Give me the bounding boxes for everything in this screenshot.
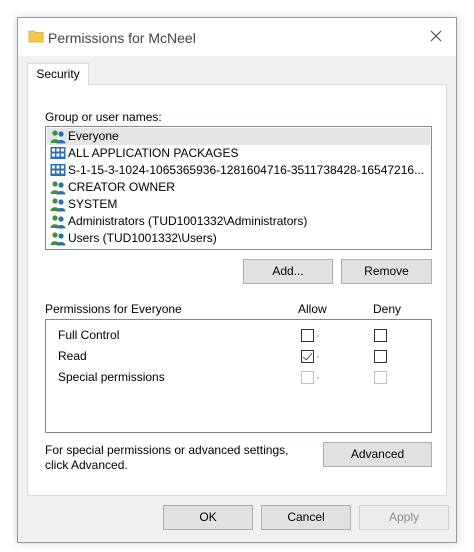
user-list-item[interactable]: ALL APPLICATION PACKAGES bbox=[47, 145, 430, 162]
group-label: Group or user names: bbox=[45, 110, 162, 124]
checkbox-tick-mark bbox=[317, 356, 319, 358]
title-bar[interactable]: Permissions for McNeel bbox=[18, 18, 456, 56]
users-icon bbox=[50, 197, 66, 212]
user-name: CREATOR OWNER bbox=[68, 180, 175, 194]
cancel-button[interactable]: Cancel bbox=[261, 505, 351, 530]
allow-checkbox[interactable] bbox=[301, 371, 314, 384]
users-icon bbox=[50, 231, 66, 246]
user-listbox[interactable]: Everyone ALL APPLICATION PACKAGES S-1-15-3… bbox=[45, 126, 432, 250]
permission-row: Special permissions bbox=[46, 367, 431, 387]
deny-checkbox[interactable] bbox=[374, 371, 387, 384]
users-icon bbox=[50, 180, 66, 195]
user-list-item[interactable]: Administrators (TUD1001332\Administrator… bbox=[47, 213, 430, 230]
permission-name: Special permissions bbox=[58, 370, 165, 384]
deny-checkbox[interactable] bbox=[374, 350, 387, 363]
ok-button[interactable]: OK bbox=[163, 505, 253, 530]
user-name: Users (TUD1001332\Users) bbox=[68, 231, 217, 245]
deny-header: Deny bbox=[373, 302, 402, 316]
permissions-header: Permissions for Everyone bbox=[45, 302, 182, 316]
users-icon bbox=[50, 129, 66, 144]
user-name: SYSTEM bbox=[68, 197, 118, 211]
user-list-item[interactable]: Users (TUD1001332\Users) bbox=[47, 230, 430, 247]
permission-name: Read bbox=[58, 349, 87, 363]
user-name: Everyone bbox=[68, 129, 119, 143]
users-icon bbox=[50, 214, 66, 229]
user-list-item[interactable]: Everyone bbox=[47, 128, 430, 145]
permission-name: Full Control bbox=[58, 328, 120, 342]
app-package-icon bbox=[50, 146, 66, 161]
advanced-hint-line2: click Advanced. bbox=[45, 458, 128, 472]
permission-row: Full Control bbox=[46, 325, 431, 345]
window-title: Permissions for McNeel bbox=[48, 30, 196, 46]
apply-button[interactable]: Apply bbox=[359, 505, 449, 530]
permissions-dialog: Permissions for McNeel Security Group or… bbox=[17, 17, 457, 543]
add-button[interactable]: Add... bbox=[243, 259, 333, 284]
checkbox-tick-mark bbox=[317, 335, 319, 337]
user-list-item[interactable]: SYSTEM bbox=[47, 196, 430, 213]
remove-button[interactable]: Remove bbox=[341, 259, 432, 284]
security-panel: Group or user names: Everyone ALL APPLICA… bbox=[27, 84, 447, 496]
deny-checkbox[interactable] bbox=[374, 329, 387, 342]
user-name: Administrators (TUD1001332\Administrator… bbox=[68, 214, 308, 228]
checkbox-tick-mark bbox=[317, 377, 319, 379]
app-package-icon bbox=[50, 163, 66, 178]
folder-icon bbox=[28, 30, 44, 43]
allow-checkbox[interactable] bbox=[301, 329, 314, 342]
close-icon[interactable] bbox=[428, 28, 444, 44]
allow-checkbox[interactable] bbox=[301, 350, 314, 363]
user-list-item[interactable]: S-1-15-3-1024-1065365936-1281604716-3511… bbox=[47, 162, 430, 179]
user-name: ALL APPLICATION PACKAGES bbox=[68, 146, 239, 160]
tab-security[interactable]: Security bbox=[27, 63, 89, 85]
permission-row: Read bbox=[46, 346, 431, 366]
advanced-hint-line1: For special permissions or advanced sett… bbox=[45, 443, 289, 457]
permissions-list: Full Control Read Special permissions bbox=[45, 319, 432, 433]
allow-header: Allow bbox=[298, 302, 327, 316]
advanced-button[interactable]: Advanced bbox=[323, 442, 432, 467]
user-list-item[interactable]: CREATOR OWNER bbox=[47, 179, 430, 196]
user-name: S-1-15-3-1024-1065365936-1281604716-3511… bbox=[68, 163, 425, 177]
